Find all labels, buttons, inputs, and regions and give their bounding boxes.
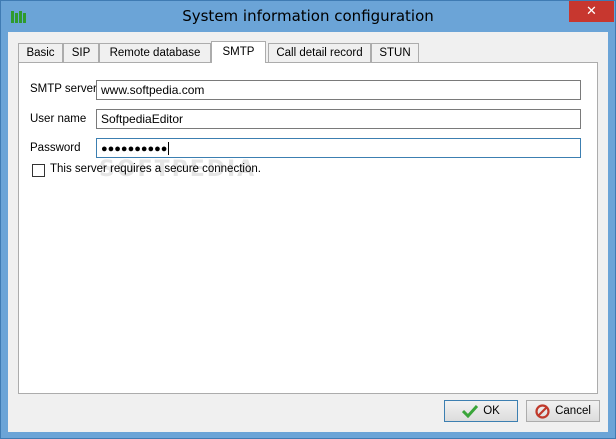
text-caret: [168, 142, 170, 156]
cancel-icon: [535, 403, 550, 419]
tab-stun[interactable]: STUN: [371, 43, 419, 62]
close-icon: ✕: [586, 4, 597, 19]
cancel-label: Cancel: [555, 405, 591, 417]
smtp-server-input[interactable]: www.softpedia.com: [96, 80, 581, 100]
smtp-panel: SOFTPEDIA SMTP server www.softpedia.com …: [18, 62, 598, 394]
cancel-button[interactable]: Cancel: [526, 400, 600, 422]
password-input[interactable]: ●●●●●●●●●●: [96, 138, 581, 158]
secure-connection-label[interactable]: This server requires a secure connection…: [50, 163, 261, 175]
secure-connection-checkbox[interactable]: [32, 164, 45, 177]
username-input[interactable]: SoftpediaEditor: [96, 109, 581, 129]
ok-button[interactable]: OK: [444, 400, 518, 422]
tab-basic[interactable]: Basic: [18, 43, 63, 62]
ok-label: OK: [483, 405, 500, 417]
smtp-server-label: SMTP server: [30, 83, 97, 95]
password-value: ●●●●●●●●●●: [101, 143, 168, 155]
dialog-body: Basic SIP Remote database SMTP Call deta…: [8, 32, 608, 432]
tab-sip[interactable]: SIP: [63, 43, 99, 62]
tab-call-detail-record[interactable]: Call detail record: [268, 43, 371, 62]
tab-smtp[interactable]: SMTP: [211, 41, 266, 63]
dialog-window: System information configuration ✕ Basic…: [0, 0, 616, 439]
close-button[interactable]: ✕: [569, 1, 614, 22]
title-bar[interactable]: System information configuration ✕: [1, 1, 615, 32]
checkmark-icon: [462, 404, 479, 418]
password-label: Password: [30, 142, 81, 154]
tab-remote-database[interactable]: Remote database: [99, 43, 211, 62]
window-title: System information configuration: [182, 7, 434, 25]
username-label: User name: [30, 113, 87, 125]
